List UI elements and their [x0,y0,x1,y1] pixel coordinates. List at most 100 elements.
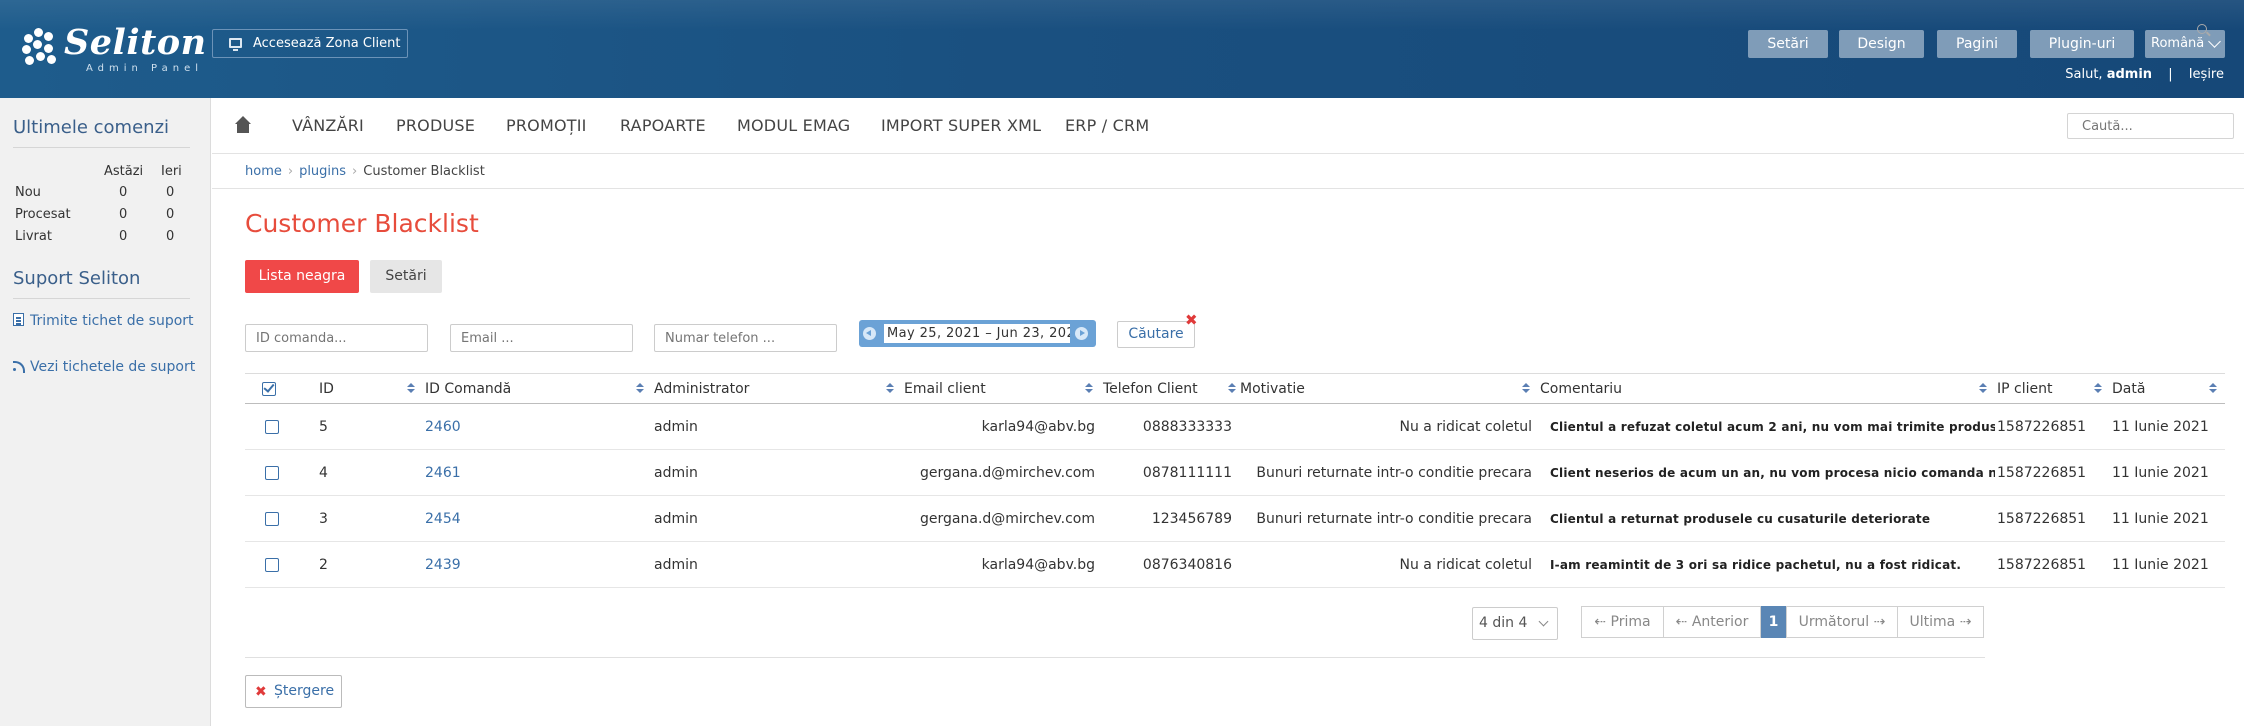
language-select[interactable]: Română [2145,30,2225,58]
order-link[interactable]: 2460 [425,419,461,435]
sort-icon [1979,383,1987,395]
breadcrumb-plugins[interactable]: plugins [299,164,346,179]
col-phone[interactable]: Telefon Client [1101,373,1238,404]
first-page-button[interactable]: ⇠ Prima [1581,606,1664,638]
nav-erp-crm[interactable]: ERP / CRM [1065,116,1149,135]
seliton-logo[interactable]: Seliton Admin Panel [22,22,206,76]
header-settings-button[interactable]: Setări [1748,30,1828,58]
nav-import-xml[interactable]: IMPORT SUPER XML [881,116,1041,135]
client-zone-button[interactable]: Accesează Zona Client [212,29,408,58]
sort-icon [1522,383,1530,395]
row-checkbox[interactable] [265,557,279,572]
cell-id: 5 [317,403,423,450]
cell-admin: admin [652,541,902,588]
col-order-id[interactable]: ID Comandă [423,373,652,404]
divider [13,147,190,148]
chevron-down-icon [1538,616,1549,627]
header-label: IP client [1997,380,2053,397]
nav-products[interactable]: PRODUSE [396,116,475,135]
checkbox-check-icon [262,381,276,396]
table-row: 4 2461 admin gergana.d@mirchev.com 08781… [245,449,2225,496]
tab-settings[interactable]: Setări [370,260,442,293]
cell-date: 11 Iunie 2021 [2110,495,2225,542]
delete-button[interactable]: ✖ Ștergere [245,675,342,708]
cell-email: karla94@abv.bg [902,403,1101,450]
greeting-text: Salut, [2065,67,2103,82]
cell-date: 11 Iunie 2021 [2110,449,2225,496]
col-date[interactable]: Dată [2110,373,2225,404]
clear-filters-icon[interactable]: ✖ [1185,313,1198,328]
cell-comment: Clientul a returnat produsele cu cusatur… [1538,495,1995,542]
prev-page-button[interactable]: ⇠ Anterior [1663,606,1761,638]
row-checkbox[interactable] [265,465,279,480]
sort-icon [636,383,644,395]
col-reason[interactable]: Motivatie [1238,373,1538,404]
nav-emag[interactable]: MODUL EMAG [737,116,850,135]
support-title: Suport Seliton [13,268,141,289]
tab-blacklist[interactable]: Lista neagra [245,260,359,293]
col-administrator[interactable]: Administrator [652,373,902,404]
language-value: Română [2151,36,2205,51]
order-link[interactable]: 2454 [425,511,461,527]
cell-ip: 1587226851 [1995,541,2110,588]
rss-icon [13,359,25,373]
search-icon[interactable] [2197,24,2207,34]
prev-arrow-icon[interactable] [863,327,876,340]
logout-link[interactable]: Ieșire [2189,67,2224,82]
search-input[interactable] [2067,113,2234,139]
cell-phone: 0876340816 [1101,541,1238,588]
top-header: Seliton Admin Panel Accesează Zona Clien… [0,0,2244,98]
row-yesterday: 0 [166,229,175,244]
cell-reason: Nu a ridicat coletul [1238,403,1538,450]
header-design-button[interactable]: Design [1839,30,1924,58]
order-link[interactable]: 2461 [425,465,461,481]
order-link[interactable]: 2439 [425,557,461,573]
row-label: Livrat [15,229,52,244]
search-button[interactable]: Căutare [1117,321,1195,348]
date-range-value[interactable]: May 25, 2021 – Jun 23, 2021 [884,324,1070,343]
row-today: 0 [119,229,128,244]
header-pages-button[interactable]: Pagini [1937,30,2017,58]
row-checkbox[interactable] [265,511,279,526]
view-tickets-link[interactable]: Vezi tichetele de suport [13,356,198,378]
current-page-button[interactable]: 1 [1761,606,1786,638]
col-today: Astăzi [104,164,144,179]
nav-reports[interactable]: RAPOARTE [620,116,706,135]
date-range-picker[interactable]: May 25, 2021 – Jun 23, 2021 [859,320,1096,347]
blacklist-table: ID ID Comandă Administrator Email client… [245,373,2225,588]
row-today: 0 [119,207,128,222]
col-comment[interactable]: Comentariu [1538,373,1995,404]
nav-sales[interactable]: VÂNZĂRI [292,116,364,135]
page-size-select[interactable]: 4 din 4 [1472,607,1558,640]
email-filter[interactable] [450,324,633,352]
header-plugins-button[interactable]: Plugin-uri [2030,30,2134,58]
chevron-down-icon [2208,35,2221,48]
row-checkbox[interactable] [265,419,279,434]
header-label: Motivatie [1240,380,1305,397]
breadcrumb: home › plugins › Customer Blacklist [212,155,2244,189]
nav-promotions[interactable]: PROMOȚII [506,116,587,135]
cell-reason: Bunuri returnate intr-o conditie precara [1238,495,1538,542]
cell-admin: admin [652,449,902,496]
col-ip[interactable]: IP client [1995,373,2110,404]
row-yesterday: 0 [166,185,175,200]
order-id-filter[interactable] [245,324,428,352]
cell-id: 2 [317,541,423,588]
home-icon[interactable] [233,116,253,134]
last-page-button[interactable]: Ultima ⇢ [1897,606,1984,638]
client-zone-label: Accesează Zona Client [253,36,401,51]
send-ticket-link[interactable]: Trimite tichet de suport [13,310,198,332]
col-id[interactable]: ID [317,373,423,404]
logo-dots-icon [22,26,62,66]
breadcrumb-current: Customer Blacklist [363,164,485,179]
cell-reason: Nu a ridicat coletul [1238,541,1538,588]
select-all-checkbox[interactable] [245,373,317,404]
breadcrumb-home[interactable]: home [245,164,282,179]
col-email[interactable]: Email client [902,373,1101,404]
table-row: 2 2439 admin karla94@abv.bg 0876340816 N… [245,541,2225,588]
next-page-button[interactable]: Următorul ⇢ [1786,606,1898,638]
phone-filter[interactable] [654,324,837,352]
orders-row-processed: Procesat 0 0 [15,207,185,229]
breadcrumb-separator: › [352,164,358,179]
next-arrow-icon[interactable] [1075,327,1088,340]
